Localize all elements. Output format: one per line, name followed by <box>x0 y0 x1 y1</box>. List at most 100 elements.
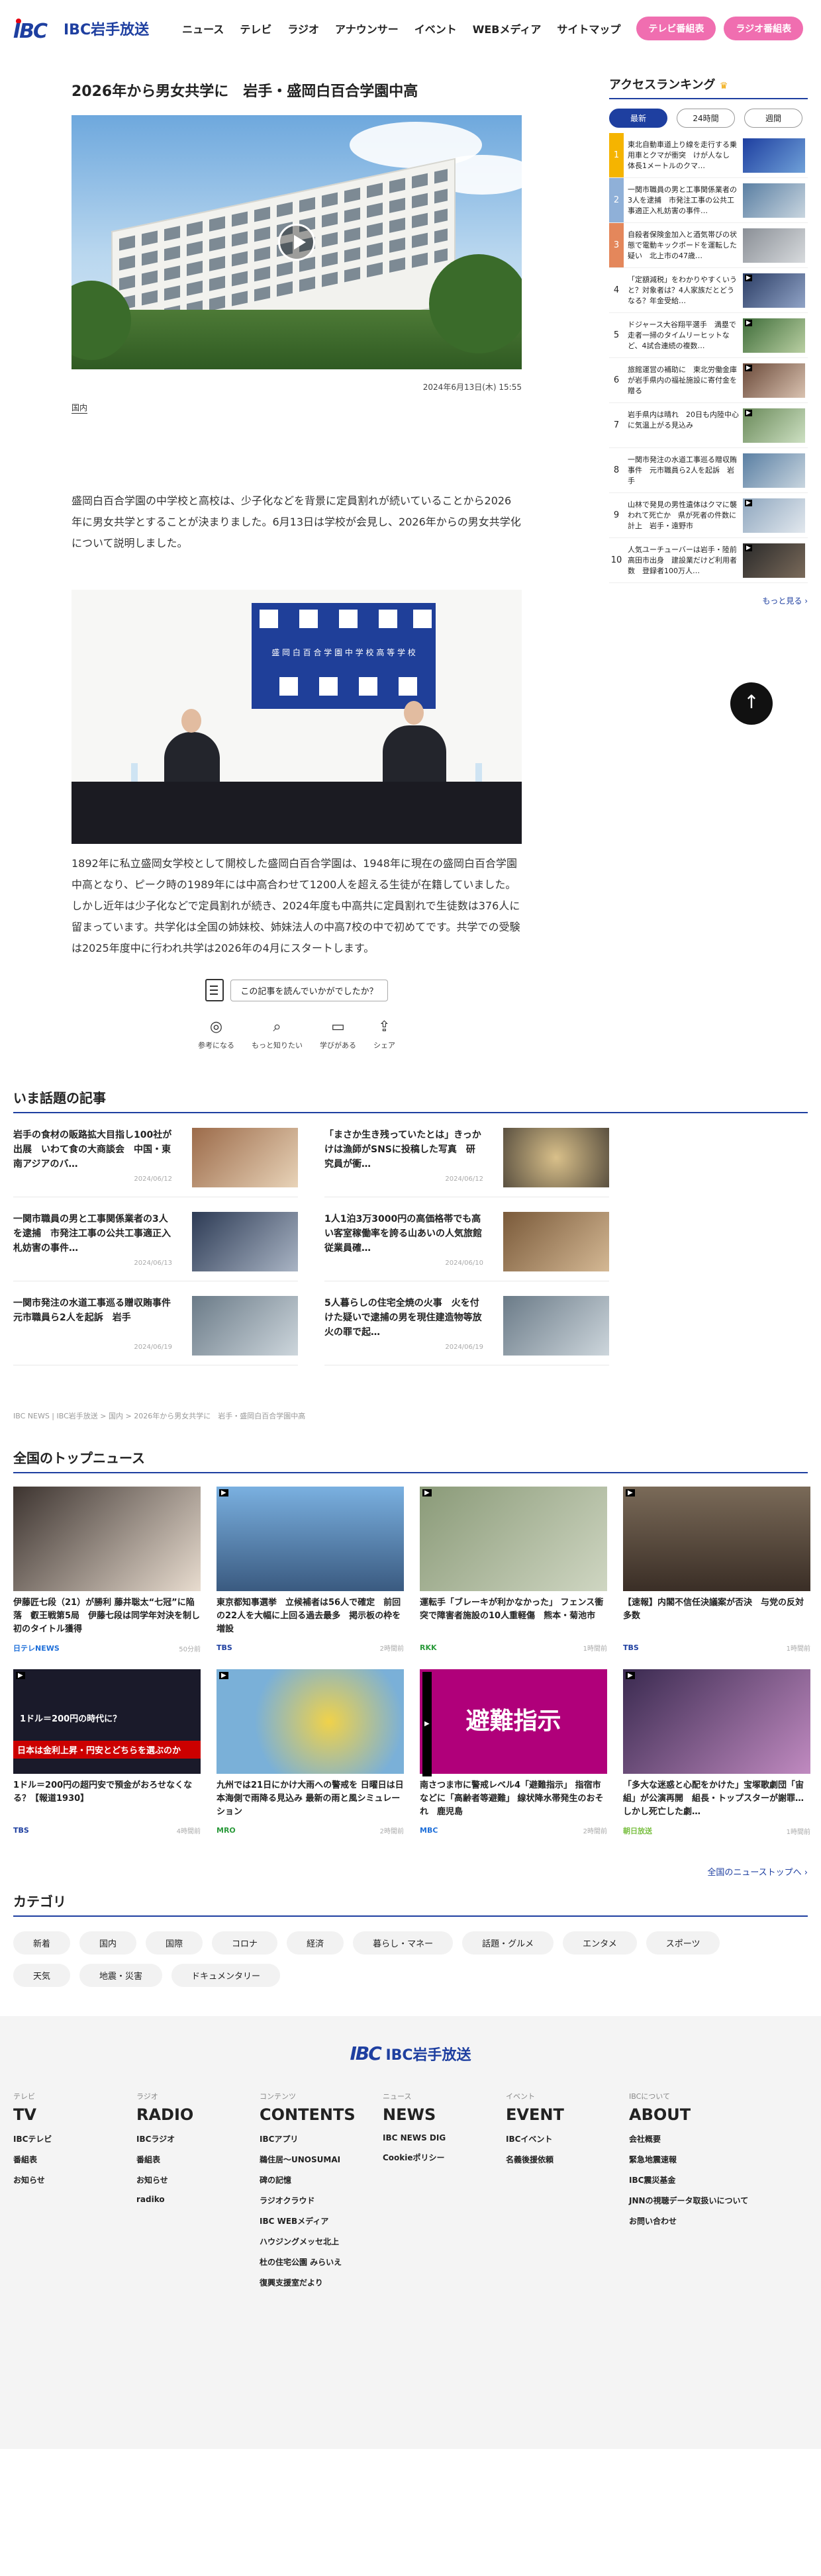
tree-shape <box>429 254 522 353</box>
ranking-sidebar: アクセスランキング ♛ 最新 24時間 週間 1 東北自動車道上り線を走行する乗用… <box>609 57 808 1050</box>
national-news-more-link[interactable]: 全国のニューストップへ › <box>13 1865 808 1878</box>
footer-link[interactable]: IBC WEBメディア <box>260 2215 383 2227</box>
share-button[interactable]: ⇪ シェア <box>373 1019 395 1050</box>
footer-link[interactable]: 番組表 <box>13 2154 136 2165</box>
ranking-item[interactable]: 4 「定額減税」をわかりやすくいうと？対象者は？4人家族だとどうなる？年金受給… <box>609 268 808 313</box>
footer-link[interactable]: IBC震災基金 <box>629 2174 781 2185</box>
tab-24h[interactable]: 24時間 <box>677 109 735 128</box>
radio-schedule-button[interactable]: ラジオ番組表 <box>724 17 804 40</box>
ranking-item[interactable]: 10 人気ユーチューバーは岩手・陸前高田市出身 建設業だけど利用者数 登録者100… <box>609 538 808 583</box>
ranking-item[interactable]: 9 山林で発見の男性遺体はクマに襲われて死亡か 県が死者の件数に計上 岩手・遠野市 <box>609 493 808 538</box>
news-card[interactable]: 九州では21日にかけ大雨への警戒を 日曜日は日本海側で雨降る見込み 最新の雨と風… <box>217 1669 404 1836</box>
news-card[interactable]: 避難指示南さつま市に警戒レベル4「避難指示」 指宿市などに「高齢者等避難」 線状… <box>420 1669 607 1836</box>
footer-link[interactable]: IBCテレビ <box>13 2133 136 2144</box>
footer-link[interactable]: 緊急地震速報 <box>629 2154 781 2165</box>
book-icon: ▭ <box>331 1019 345 1035</box>
ranking-thumbnail <box>743 228 805 263</box>
back-to-top-button[interactable]: ↑ <box>730 682 773 725</box>
topic-card[interactable]: 「まさか生き残っていたとは」きっかけは漁師がSNSに投稿した写真 研究員が衝… 2… <box>324 1113 609 1197</box>
category-chip[interactable]: スポーツ <box>646 1931 720 1955</box>
footer-link[interactable]: 鵜住居～UNOSUMAI <box>260 2154 383 2165</box>
play-icon[interactable] <box>278 224 315 261</box>
footer-link[interactable]: ラジオクラウド <box>260 2195 383 2206</box>
reaction-know-more-button[interactable]: ⌕ もっと知りたい <box>252 1019 303 1050</box>
category-chip[interactable]: 地震・災害 <box>79 1964 163 1987</box>
reaction-helpful-button[interactable]: ◎ 参考になる <box>198 1019 234 1050</box>
topic-card[interactable]: 岩手の食材の販路拡大目指し100社が出展 いわて食の大商談会 中国・東南アジアの… <box>13 1113 298 1197</box>
footer-link[interactable]: IBC NEWS DIG <box>383 2133 506 2142</box>
ranking-item[interactable]: 8 一関市発注の水道工事巡る贈収賄事件 元市職員ら2人を起訴 岩手 <box>609 448 808 493</box>
footer-link[interactable]: 名義後援依頼 <box>506 2154 629 2165</box>
category-chip[interactable]: 国内 <box>79 1931 137 1955</box>
national-news-grid: 伊藤匠七段（21）が勝利 藤井聡太“七冠”に陥落 叡王戦第5局 伊藤七段は同学年… <box>13 1487 810 1836</box>
topic-card[interactable]: 5人暮らしの住宅全焼の火事 火を付けた疑いで逮捕の男を現住建造物等放火の罪で起…… <box>324 1281 609 1365</box>
footer-link[interactable]: 碑の記憶 <box>260 2174 383 2185</box>
reaction-learn-button[interactable]: ▭ 学びがある <box>320 1019 356 1050</box>
footer-link[interactable]: Cookieポリシー <box>383 2152 506 2163</box>
topic-thumbnail <box>503 1128 609 1187</box>
tv-schedule-button[interactable]: テレビ番組表 <box>636 17 716 40</box>
news-card[interactable]: 「多大な迷惑と心配をかけた」宝塚歌劇団「宙組」が公演再開 組長・トップスターが謝… <box>623 1669 810 1836</box>
footer-logo[interactable]: IBC IBC岩手放送 <box>13 2043 808 2064</box>
category-chip[interactable]: 暮らし・マネー <box>353 1931 454 1955</box>
ranking-item[interactable]: 5 ドジャース大谷翔平選手 満塁で走者一掃のタイムリーヒットなど、4試合連続の複数… <box>609 313 808 358</box>
topic-card[interactable]: 一関市職員の男と工事関係業者の3人を逮捕 市発注工事の公共工事適正入札妨害の事件… <box>13 1197 298 1281</box>
footer-link[interactable]: 番組表 <box>136 2154 260 2165</box>
press-conference-image: 盛 岡 白 百 合 学 園 中 学 校 高 等 学 校 <box>72 590 522 844</box>
tab-latest[interactable]: 最新 <box>609 109 667 128</box>
footer-link[interactable]: 会社概要 <box>629 2133 781 2144</box>
document-icon <box>205 979 224 1001</box>
nav-news[interactable]: ニュース <box>182 21 224 36</box>
panel-text: 盛 岡 白 百 合 学 園 中 学 校 高 等 学 校 <box>271 648 416 657</box>
footer-link[interactable]: お問い合わせ <box>629 2215 781 2227</box>
footer-link[interactable]: IBCラジオ <box>136 2133 260 2144</box>
nav-sitemap[interactable]: サイトマップ <box>557 21 620 36</box>
category-chip[interactable]: 話題・グルメ <box>462 1931 554 1955</box>
article-video[interactable] <box>72 115 522 369</box>
footer-col-news: ニュース NEWS IBC NEWS DIG Cookieポリシー <box>383 2091 506 2297</box>
nav-radio[interactable]: ラジオ <box>287 21 319 36</box>
category-chip[interactable]: 天気 <box>13 1964 71 1987</box>
site-logo[interactable]: IBC IBC岩手放送 <box>13 17 149 43</box>
footer-link[interactable]: radiko <box>136 2195 260 2204</box>
article-category[interactable]: 国内 <box>72 402 88 414</box>
footer-link[interactable]: 復興支援室だより <box>260 2277 383 2288</box>
footer-link[interactable]: お知らせ <box>13 2174 136 2185</box>
news-source: RKK <box>420 1643 437 1652</box>
topic-card[interactable]: 1人1泊3万3000円の高価格帯でも高い客室稼働率を誇る山あいの人気旅館 従業員… <box>324 1197 609 1281</box>
news-card[interactable]: 1ドル＝200円の時代に？ 日本は金利上昇・円安とどちらを選ぶのか 1ドル＝20… <box>13 1669 201 1836</box>
ranking-more-link[interactable]: もっと見る › <box>609 595 808 606</box>
nav-announcer[interactable]: アナウンサー <box>335 21 399 36</box>
crown-icon: ♛ <box>719 81 728 91</box>
footer-link[interactable]: お知らせ <box>136 2174 260 2185</box>
ranking-item[interactable]: 6 旅館運営の補助に 東北労働金庫が岩手県内の福祉施設に寄付金を贈る <box>609 358 808 403</box>
news-card[interactable]: 運転手「ブレーキが利かなかった」 フェンス衝突で障害者施設の10人重軽傷 熊本・… <box>420 1487 607 1653</box>
news-card[interactable]: 【速報】内閣不信任決議案が否決 与党の反対多数TBS1時間前 <box>623 1487 810 1653</box>
category-chip[interactable]: 新着 <box>13 1931 71 1955</box>
trending-title: いま話題の記事 <box>13 1087 808 1113</box>
news-card[interactable]: 伊藤匠七段（21）が勝利 藤井聡太“七冠”に陥落 叡王戦第5局 伊藤七段は同学年… <box>13 1487 201 1653</box>
ranking-item[interactable]: 3 自殺者保険金加入と酒気帯びの状態で電動キックボードを運転した疑い 北上市の47… <box>609 223 808 268</box>
school-panel: 盛 岡 白 百 合 学 園 中 学 校 高 等 学 校 <box>252 603 436 709</box>
ranking-thumbnail <box>743 363 805 398</box>
ranking-item[interactable]: 7 岩手県内は晴れ 20日も内陸中心に気温上がる見込み <box>609 403 808 448</box>
footer-link[interactable]: JNNの視聴データ取扱いについて <box>629 2195 781 2206</box>
footer-link[interactable]: IBCイベント <box>506 2133 629 2144</box>
category-chip[interactable]: コロナ <box>212 1931 278 1955</box>
footer-link[interactable]: ハウジングメッセ北上 <box>260 2236 383 2247</box>
ranking-item[interactable]: 1 東北自動車道上り線を走行する乗用車とクマが衝突 けが人なし 体長1メートルのク… <box>609 133 808 178</box>
footer-link[interactable]: IBCアプリ <box>260 2133 383 2144</box>
category-chip[interactable]: エンタメ <box>563 1931 637 1955</box>
ranking-item[interactable]: 2 一関市職員の男と工事関係業者の3人を逮捕 市発注工事の公共工事適正入札妨害の事… <box>609 178 808 223</box>
category-chip[interactable]: 経済 <box>287 1931 344 1955</box>
nav-tv[interactable]: テレビ <box>240 21 271 36</box>
nav-web-media[interactable]: WEBメディア <box>473 21 542 36</box>
category-chip[interactable]: ドキュメンタリー <box>171 1964 281 1987</box>
news-card[interactable]: 東京都知事選挙 立候補者は56人で確定 前回の22人を大幅に上回る過去最多 掲示… <box>217 1487 404 1653</box>
nav-event[interactable]: イベント <box>414 21 457 36</box>
breadcrumb[interactable]: IBC NEWS | IBC岩手放送 > 国内 > 2026年から男女共学に 岩… <box>0 1410 821 1421</box>
footer-link[interactable]: 杜の住宅公園 みらいえ <box>260 2256 383 2268</box>
category-chip[interactable]: 国際 <box>146 1931 203 1955</box>
topic-card[interactable]: 一関市発注の水道工事巡る贈収賄事件 元市職員ら2人を起訴 岩手 2024/06/1… <box>13 1281 298 1365</box>
tab-weekly[interactable]: 週間 <box>744 109 802 128</box>
